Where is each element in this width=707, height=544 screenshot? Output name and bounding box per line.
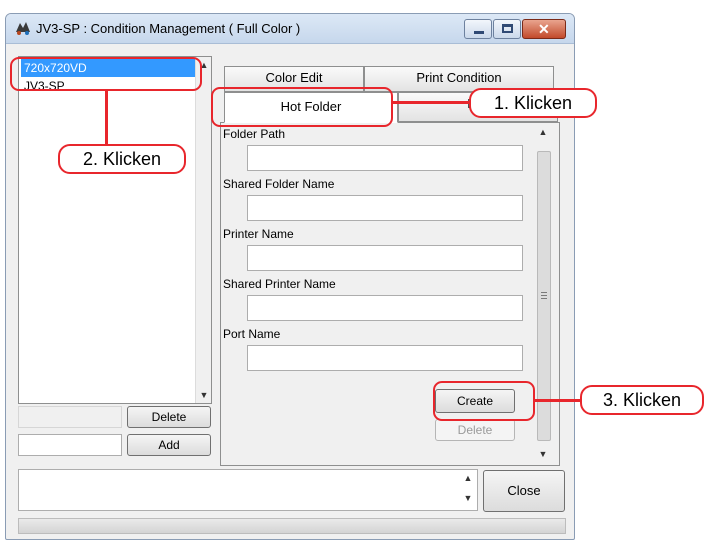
shared-folder-name-field[interactable]: [247, 195, 523, 221]
folder-path-field[interactable]: [247, 145, 523, 171]
scroll-thumb[interactable]: [537, 151, 551, 441]
port-name-label: Port Name: [223, 327, 281, 341]
close-button[interactable]: Close: [483, 470, 565, 512]
grip-icon: [541, 292, 547, 293]
window-title: JV3-SP : Condition Management ( Full Col…: [36, 21, 301, 36]
minimize-button[interactable]: [464, 19, 492, 39]
shared-printer-name-label: Shared Printer Name: [223, 277, 336, 291]
delete-hot-folder-button: Delete: [435, 419, 515, 441]
folder-path-label: Folder Path: [223, 127, 286, 141]
scroll-down-icon[interactable]: ▼: [196, 390, 212, 400]
callout-line-step2: [105, 91, 108, 144]
callout-step2: 2. Klicken: [58, 144, 186, 174]
list-scrollbar[interactable]: ▲ ▼: [195, 57, 211, 403]
delete-condition-button[interactable]: Delete: [127, 406, 211, 428]
shared-folder-name-label: Shared Folder Name: [223, 177, 335, 191]
callout-line-step3: [535, 399, 581, 402]
window-close-button[interactable]: ✕: [522, 19, 566, 39]
callout-step3: 3. Klicken: [580, 385, 704, 415]
maximize-icon: [502, 24, 513, 33]
new-condition-input[interactable]: [18, 434, 122, 456]
chevron-down-icon[interactable]: ▼: [461, 493, 475, 503]
highlight-hot-folder-tab: [211, 87, 393, 127]
title-bar[interactable]: JV3-SP : Condition Management ( Full Col…: [6, 14, 574, 44]
message-area[interactable]: [18, 469, 478, 511]
scroll-down-icon[interactable]: ▼: [535, 449, 551, 459]
condition-list[interactable]: 720x720VD JV3-SP ▲ ▼: [18, 56, 212, 404]
highlight-create-button: [433, 381, 535, 421]
callout-step1: 1. Klicken: [469, 88, 597, 118]
highlight-condition-item: [10, 57, 202, 91]
callout-line-step1: [393, 101, 469, 104]
status-bar: [18, 518, 566, 534]
app-icon: [16, 22, 30, 35]
condition-name-field: [18, 406, 122, 428]
minimize-icon: [474, 31, 484, 34]
chevron-up-icon[interactable]: ▲: [461, 473, 475, 483]
port-name-field[interactable]: [247, 345, 523, 371]
printer-name-label: Printer Name: [223, 227, 294, 241]
shared-printer-name-field[interactable]: [247, 295, 523, 321]
message-spinner[interactable]: ▲ ▼: [461, 473, 475, 507]
maximize-button[interactable]: [493, 19, 521, 39]
printer-name-field[interactable]: [247, 245, 523, 271]
scroll-up-icon[interactable]: ▲: [535, 127, 551, 137]
add-condition-button[interactable]: Add: [127, 434, 211, 456]
close-icon: ✕: [538, 21, 550, 37]
